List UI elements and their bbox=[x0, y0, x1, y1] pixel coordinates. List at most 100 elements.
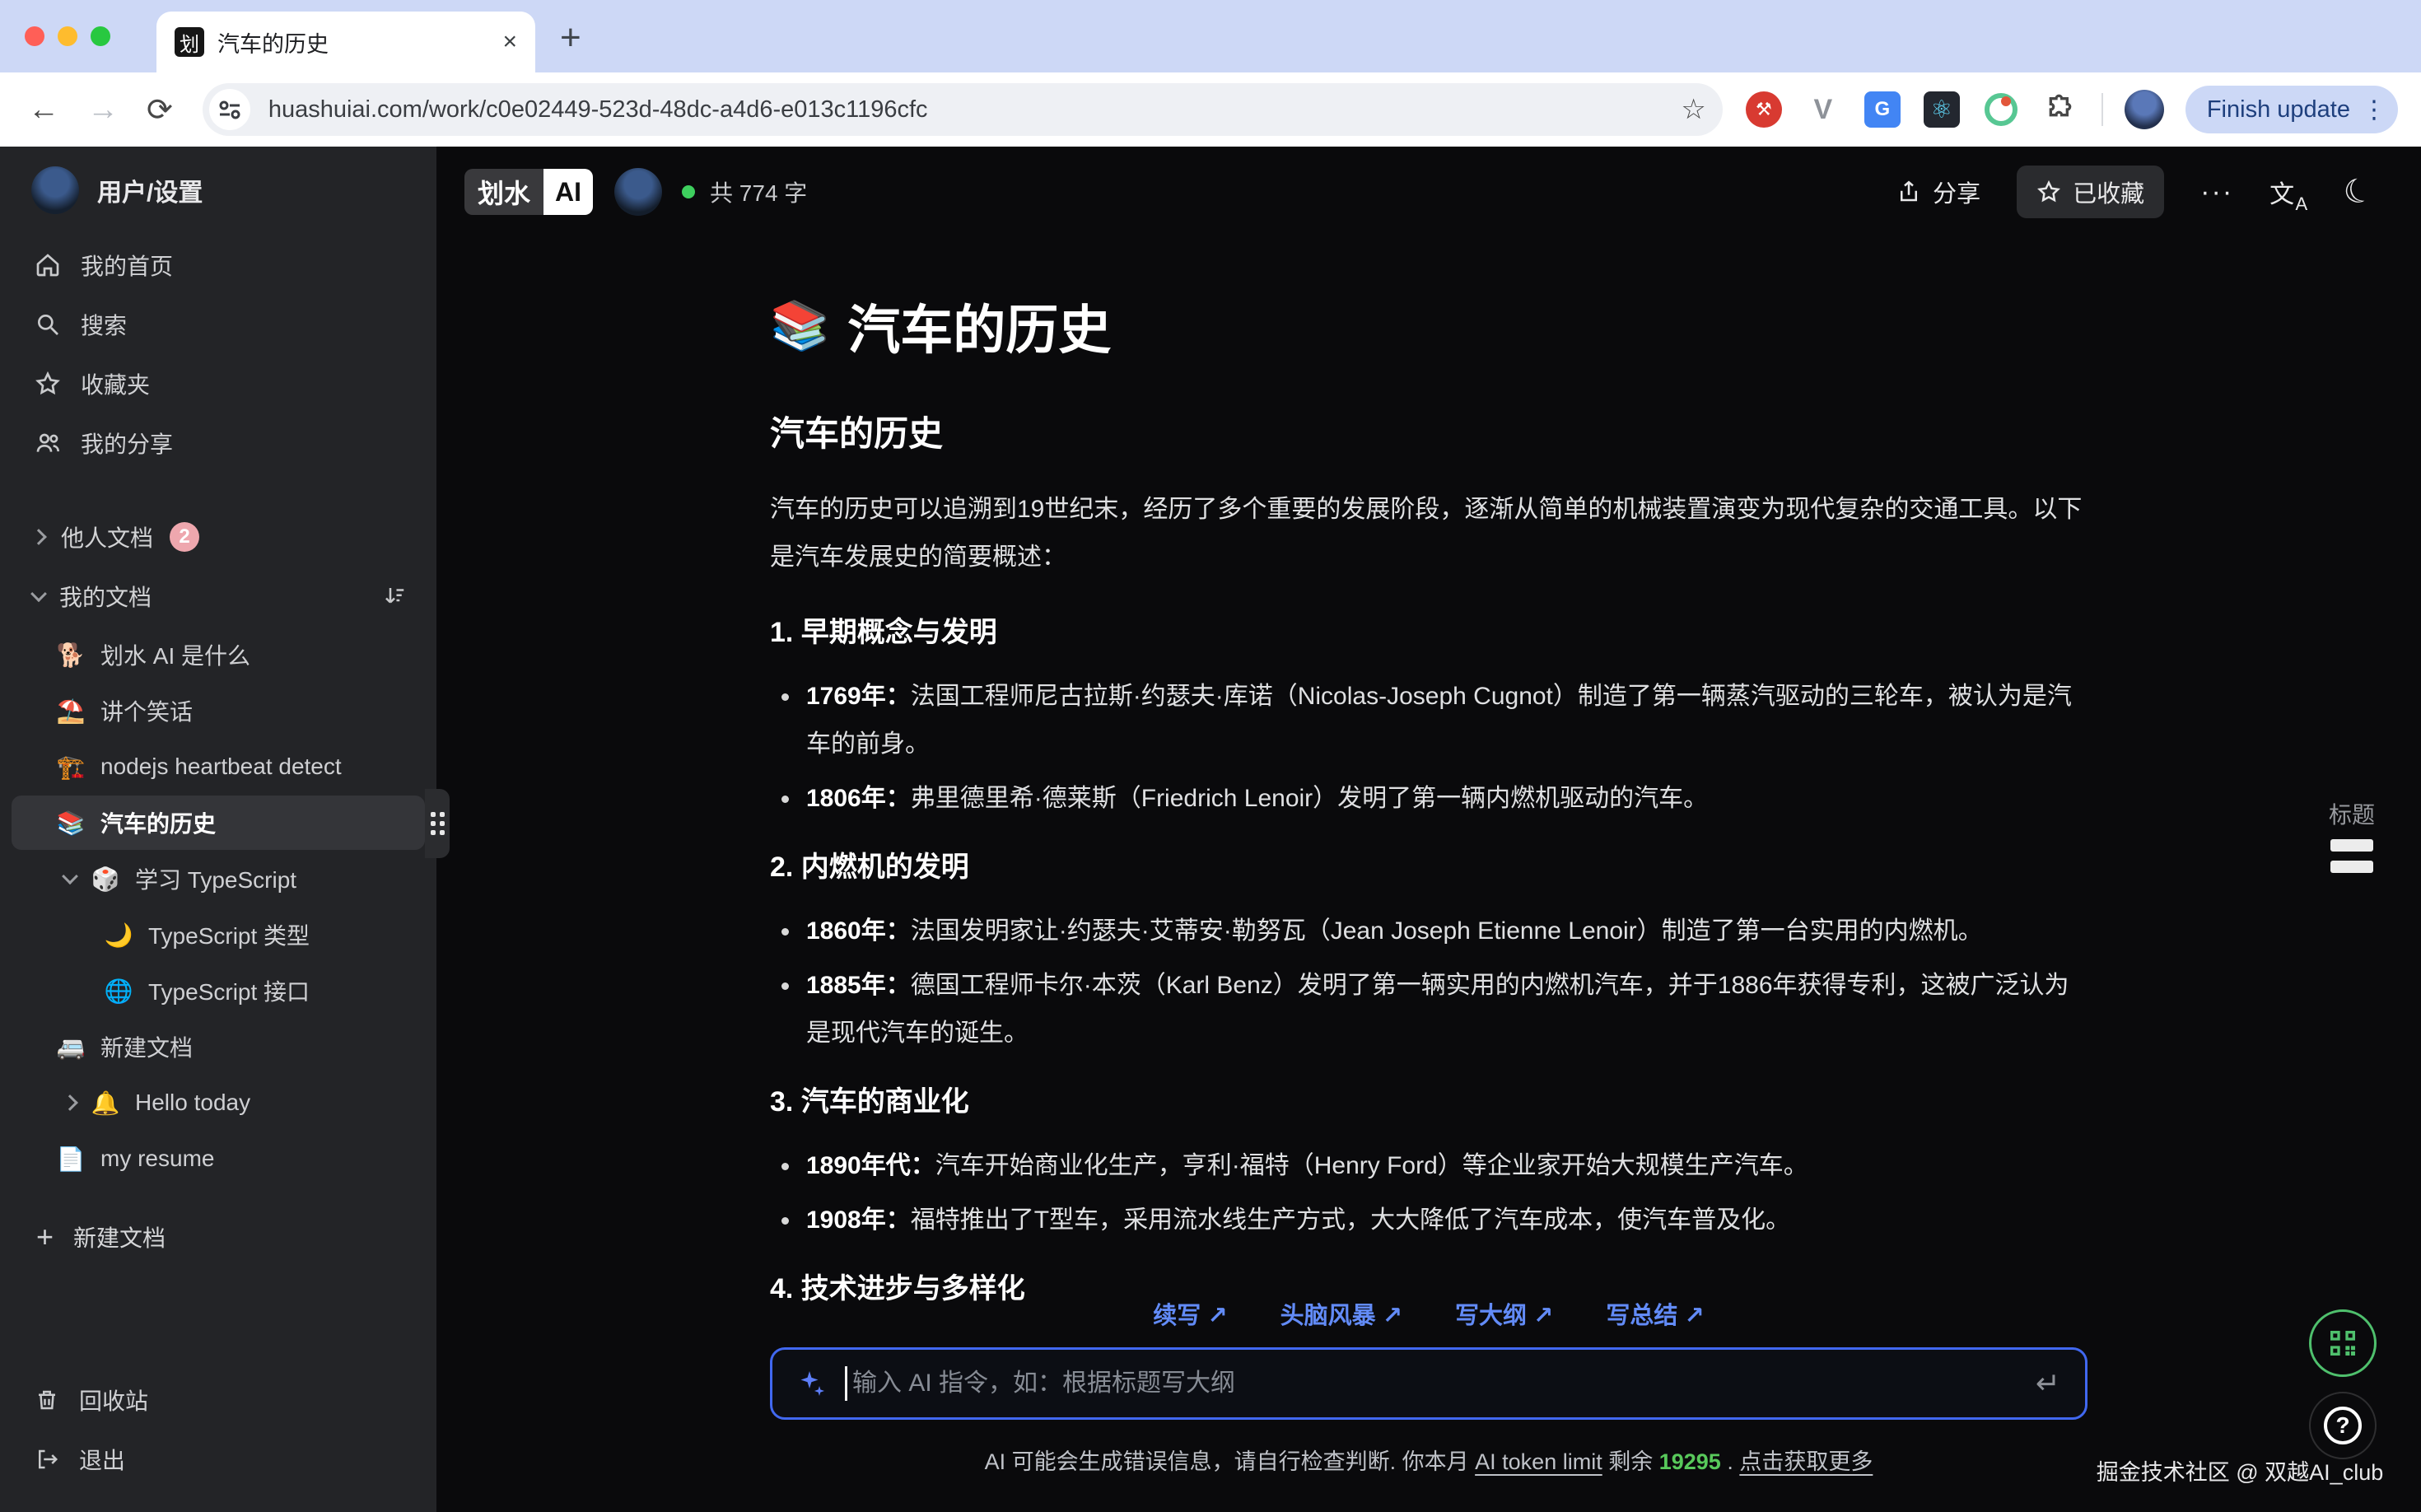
translate-icon[interactable]: 文A bbox=[2269, 174, 2307, 210]
doc-item[interactable]: 🐕 划水 AI 是什么 bbox=[12, 628, 425, 682]
tab-close-icon[interactable]: × bbox=[502, 28, 517, 56]
outline-bar[interactable] bbox=[2330, 839, 2373, 852]
people-icon bbox=[35, 430, 61, 456]
ai-command-input[interactable] bbox=[852, 1370, 2036, 1398]
sidebar-item-logout[interactable]: 退出 bbox=[0, 1430, 436, 1489]
browser-profile-avatar[interactable] bbox=[2125, 90, 2164, 129]
doc-list-item[interactable]: 1890年代：汽车开始商业化生产，亨利·福特（Henry Ford）等企业家开始… bbox=[770, 1142, 2087, 1190]
more-options-button[interactable]: ··· bbox=[2200, 176, 2233, 208]
ai-command-bar[interactable]: ↵ bbox=[770, 1347, 2087, 1420]
favorited-button[interactable]: 已收藏 bbox=[2017, 166, 2164, 218]
address-bar[interactable]: huashuiai.com/work/c0e02449-523d-48dc-a4… bbox=[203, 83, 1723, 136]
doc-list-item[interactable]: 1769年：法国工程师尼古拉斯·约瑟夫·库诺（Nicolas-Joseph Cu… bbox=[770, 673, 2087, 768]
doc-item[interactable]: 🌙 TypeScript 类型 bbox=[12, 908, 425, 962]
browser-menu-icon[interactable]: ⋮ bbox=[2362, 96, 2386, 124]
sync-status-dot bbox=[682, 185, 695, 198]
sidebar-item-label: 收藏夹 bbox=[81, 367, 150, 400]
outline-bar[interactable] bbox=[2330, 861, 2373, 873]
outline-minimap[interactable]: 标题 bbox=[2329, 797, 2375, 873]
sort-icon[interactable] bbox=[382, 584, 407, 609]
finish-update-button[interactable]: Finish update ⋮ bbox=[2185, 86, 2398, 133]
tab-title: 汽车的历史 bbox=[217, 26, 489, 58]
doc-label: 学习 TypeScript bbox=[135, 862, 296, 895]
doc-item[interactable]: 🎲 学习 TypeScript bbox=[12, 852, 425, 906]
doc-item[interactable]: 📄 my resume bbox=[12, 1132, 425, 1186]
google-translate-extension-icon[interactable]: G bbox=[1864, 91, 1901, 128]
chevron-right-icon bbox=[30, 529, 47, 545]
sidebar-item-trash[interactable]: 回收站 bbox=[0, 1370, 436, 1430]
doc-emoji: 🐕 bbox=[54, 642, 87, 669]
doc-paragraph[interactable]: 汽车的历史可以追溯到19世纪末，经历了多个重要的发展阶段，逐渐从简单的机械装置演… bbox=[770, 486, 2087, 581]
new-tab-button[interactable]: + bbox=[560, 20, 581, 56]
my-docs-header[interactable]: 我的文档 bbox=[0, 567, 436, 626]
bookmark-star-icon[interactable]: ☆ bbox=[1681, 93, 1705, 126]
user-avatar[interactable] bbox=[31, 166, 79, 214]
logo-secondary: AI bbox=[543, 169, 593, 215]
juejin-extension-icon[interactable]: ⚒ bbox=[1746, 91, 1782, 128]
window-minimize-button[interactable] bbox=[58, 26, 77, 46]
back-button[interactable]: ← bbox=[28, 92, 59, 128]
extensions-puzzle-icon[interactable] bbox=[2042, 91, 2078, 128]
others-docs-toggle[interactable]: 他人文档 2 bbox=[0, 507, 436, 567]
huashui-logo[interactable]: 划水 AI bbox=[464, 169, 593, 215]
qr-code-button[interactable] bbox=[2309, 1309, 2377, 1377]
ai-action-summary[interactable]: 写总结 ↗ bbox=[1606, 1296, 1704, 1331]
enter-icon[interactable]: ↵ bbox=[2036, 1366, 2060, 1401]
doc-list-item[interactable]: 1908年：福特推出了T型车，采用流水线生产方式，大大降低了汽车成本，使汽车普及… bbox=[770, 1197, 2087, 1244]
doc-item[interactable]: 🚐 新建文档 bbox=[12, 1020, 425, 1074]
star-icon bbox=[35, 371, 61, 397]
help-button[interactable]: ? bbox=[2309, 1392, 2377, 1459]
doc-emoji: 🔔 bbox=[89, 1090, 122, 1117]
doc-heading2[interactable]: 汽车的历史 bbox=[770, 406, 2087, 456]
community-credit: 掘金技术社区 @ 双越AI_club bbox=[2092, 1454, 2388, 1486]
doc-list-item[interactable]: 1860年：法国发明家让·约瑟夫·艾蒂安·勒努瓦（Jean Joseph Eti… bbox=[770, 908, 2087, 955]
browser-tab[interactable]: 划 汽车的历史 × bbox=[156, 12, 535, 72]
new-doc-button[interactable]: + 新建文档 bbox=[0, 1207, 436, 1267]
doc-section-heading[interactable]: 3. 汽车的商业化 bbox=[770, 1079, 2087, 1119]
user-settings-row[interactable]: 用户/设置 bbox=[0, 147, 436, 214]
doc-section-heading[interactable]: 2. 内燃机的发明 bbox=[770, 844, 2087, 884]
others-docs-badge: 2 bbox=[170, 522, 199, 552]
vue-devtools-extension-icon[interactable]: V bbox=[1805, 91, 1841, 128]
sidebar-item-my-shares[interactable]: 我的分享 bbox=[0, 413, 436, 473]
window-controls[interactable] bbox=[25, 26, 110, 46]
mobx-extension-icon[interactable] bbox=[1983, 91, 2019, 128]
ai-action-brainstorm[interactable]: 头脑风暴 ↗ bbox=[1280, 1296, 1402, 1331]
sidebar-item-home[interactable]: 我的首页 bbox=[0, 236, 436, 295]
sidebar-item-favorites[interactable]: 收藏夹 bbox=[0, 354, 436, 413]
dark-mode-icon[interactable]: ☾ bbox=[2339, 170, 2378, 215]
react-devtools-extension-icon[interactable]: ⚛ bbox=[1924, 91, 1960, 128]
share-label: 分享 bbox=[1933, 175, 1980, 209]
doc-item[interactable]: 🏗️ nodejs heartbeat detect bbox=[12, 740, 425, 794]
doc-emoji: 🌙 bbox=[102, 922, 135, 949]
token-limit-link[interactable]: AI token limit bbox=[1475, 1449, 1602, 1474]
doc-list-item[interactable]: 1885年：德国工程师卡尔·本茨（Karl Benz）发明了第一辆实用的内燃机汽… bbox=[770, 962, 2087, 1057]
chevron-down-icon[interactable] bbox=[62, 868, 78, 884]
user-settings-label: 用户/设置 bbox=[97, 172, 203, 208]
window-zoom-button[interactable] bbox=[91, 26, 110, 46]
reload-button[interactable]: ⟳ bbox=[147, 91, 173, 128]
window-close-button[interactable] bbox=[25, 26, 44, 46]
doc-item[interactable]: 🌐 TypeScript 接口 bbox=[12, 964, 425, 1018]
ai-action-outline[interactable]: 写大纲 ↗ bbox=[1455, 1296, 1553, 1331]
doc-item[interactable]: 🔔 Hello today bbox=[12, 1076, 425, 1130]
ai-sparkle-icon bbox=[797, 1369, 827, 1398]
forward-button[interactable]: → bbox=[87, 92, 119, 128]
collaborator-avatar[interactable] bbox=[614, 168, 662, 216]
get-more-tokens-link[interactable]: 点击获取更多 bbox=[1739, 1449, 1873, 1474]
document-title[interactable]: 📚 汽车的历史 bbox=[770, 288, 2087, 364]
doc-item-selected[interactable]: 📚 汽车的历史 bbox=[12, 796, 425, 850]
site-settings-icon[interactable] bbox=[209, 89, 250, 130]
share-button[interactable]: 分享 bbox=[1896, 175, 1980, 209]
sidebar-item-search[interactable]: 搜索 bbox=[0, 295, 436, 354]
url-text[interactable]: huashuiai.com/work/c0e02449-523d-48dc-a4… bbox=[268, 96, 1682, 124]
chevron-right-icon[interactable] bbox=[62, 1094, 78, 1111]
doc-list-item[interactable]: 1806年：弗里德里希·德莱斯（Friedrich Lenoir）发明了第一辆内… bbox=[770, 775, 2087, 823]
doc-item[interactable]: ⛱️ 讲个笑话 bbox=[12, 684, 425, 738]
sidebar-item-label: 我的分享 bbox=[81, 427, 173, 460]
doc-section-heading[interactable]: 1. 早期概念与发明 bbox=[770, 609, 2087, 650]
doc-label: 讲个笑话 bbox=[100, 694, 193, 727]
document-editor[interactable]: 📚 汽车的历史 汽车的历史 汽车的历史可以追溯到19世纪末，经历了多个重要的发展… bbox=[770, 288, 2087, 1306]
question-mark-icon: ? bbox=[2324, 1407, 2362, 1444]
ai-action-continue[interactable]: 续写 ↗ bbox=[1153, 1296, 1227, 1331]
